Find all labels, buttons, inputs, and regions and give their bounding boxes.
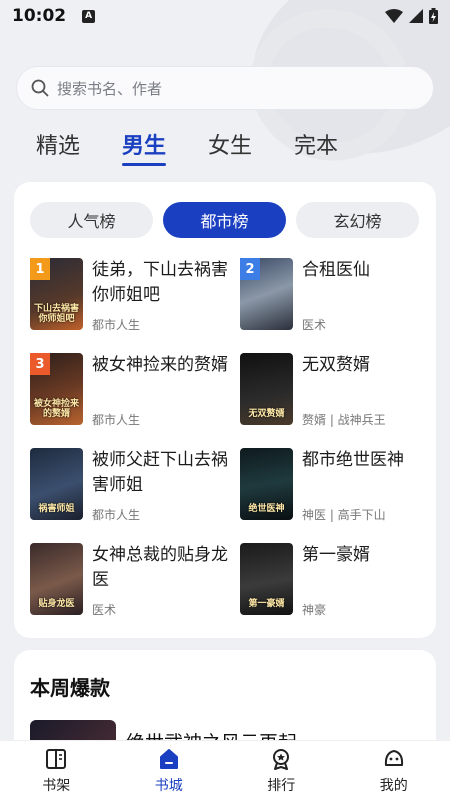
book-cover[interactable]: 贴身龙医 [30,543,83,615]
book-item[interactable]: 第一豪婿 第一豪婿 神豪 [240,543,440,623]
section-title: 本周爆款 [30,676,110,700]
bottom-navigation: 书架 书城 排行 我的 [0,740,450,800]
tab-male[interactable]: 男生 [122,128,167,166]
nav-label: 书城 [154,777,183,794]
book-item[interactable]: 2 合租医仙 医术 [240,258,440,338]
bookshelf-icon [46,748,67,769]
rank-badge: 1 [30,258,50,280]
book-tag: 赘婿 | 战神兵王 [302,413,386,427]
book-title[interactable]: 都市绝世医神 [302,448,442,473]
rank-badge: 2 [240,258,260,280]
nav-label: 我的 [379,777,408,794]
battery-icon [429,8,438,24]
channel-tabs: 精选 男生 女生 完本 [36,128,338,166]
rank-badge: 3 [30,353,50,375]
cover-title-text: 祸害师姐 [38,504,75,514]
tab-featured[interactable]: 精选 [36,128,80,160]
search-placeholder: 搜索书名、作者 [57,79,163,98]
book-tag: 神豪 [302,603,327,617]
book-cover[interactable]: 第一豪婿 [240,543,293,615]
nav-bookstore[interactable]: 书城 [113,741,226,800]
search-bar[interactable]: 搜索书名、作者 [16,66,434,110]
book-item[interactable]: 无双赘婿 无双赘婿 赘婿 | 战神兵王 [240,353,440,433]
book-title[interactable]: 无双赘婿 [302,353,442,378]
book-title[interactable]: 被师父赶下山去祸害师姐 [92,448,232,498]
wifi-icon [385,9,403,23]
signal-icon [409,9,423,23]
cover-title-text: 第一豪婿 [248,599,285,609]
cover-title-text: 贴身龙医 [38,599,75,609]
book-title[interactable]: 徒弟，下山去祸害你师姐吧 [92,258,232,308]
book-title[interactable]: 女神总裁的贴身龙医 [92,543,232,593]
status-icons [385,8,438,24]
nav-ranking[interactable]: 排行 [225,741,338,800]
search-icon [31,79,49,97]
segment-popular[interactable]: 人气榜 [30,202,153,238]
book-item[interactable]: 绝世医神 都市绝世医神 神医 | 高手下山 [240,448,440,528]
ranking-card: 人气榜 都市榜 玄幻榜 下山去祸害你师姐吧 1 徒弟，下山去祸害你师姐吧 都市人… [14,182,436,638]
ranking-segment-control: 人气榜 都市榜 玄幻榜 [30,202,419,238]
book-item[interactable]: 下山去祸害你师姐吧 1 徒弟，下山去祸害你师姐吧 都市人生 [30,258,230,338]
book-item[interactable]: 贴身龙医 女神总裁的贴身龙医 医术 [30,543,230,623]
book-item[interactable]: 祸害师姐 被师父赶下山去祸害师姐 都市人生 [30,448,230,528]
book-title[interactable]: 第一豪婿 [302,543,442,568]
cover-title-text: 绝世医神 [248,504,285,514]
book-tag: 医术 [302,318,327,332]
book-cover[interactable]: 祸害师姐 [30,448,83,520]
book-tag: 都市人生 [92,413,141,427]
segment-fantasy[interactable]: 玄幻榜 [296,202,419,238]
status-bar: 10:02 A [0,0,450,32]
tab-completed[interactable]: 完本 [294,128,338,160]
book-tag: 医术 [92,603,117,617]
book-tag: 神医 | 高手下山 [302,508,386,522]
notification-icon: A [82,9,96,23]
nav-label: 排行 [267,777,296,794]
cover-title-text: 被女神捡来的赘婿 [33,399,79,419]
nav-bookshelf[interactable]: 书架 [0,741,113,800]
book-cover[interactable]: 绝世医神 [240,448,293,520]
ranking-medal-icon [273,748,290,770]
profile-face-icon [384,749,403,766]
book-item[interactable]: 被女神捡来的赘婿 3 被女神捡来的赘婿 都市人生 [30,353,230,433]
book-cover[interactable]: 无双赘婿 [240,353,293,425]
segment-urban[interactable]: 都市榜 [163,202,286,238]
bookstore-icon [159,748,178,769]
tab-female[interactable]: 女生 [208,128,252,160]
nav-label: 书架 [42,777,71,794]
book-title[interactable]: 被女神捡来的赘婿 [92,353,232,378]
book-tag: 都市人生 [92,508,141,522]
nav-profile[interactable]: 我的 [338,741,450,800]
cover-title-text: 下山去祸害你师姐吧 [33,304,79,324]
status-time: 10:02 [12,6,67,26]
book-tag: 都市人生 [92,318,141,332]
book-title[interactable]: 合租医仙 [302,258,442,283]
cover-title-text: 无双赘婿 [248,409,285,419]
